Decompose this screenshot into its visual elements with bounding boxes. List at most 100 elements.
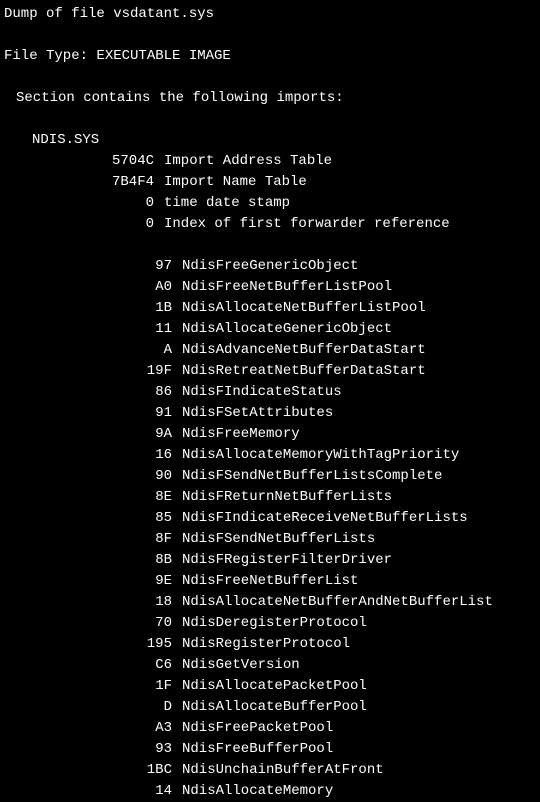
blank-line [4, 109, 540, 130]
import-ordinal: 14 [4, 781, 182, 802]
import-function-name: NdisAllocatePacketPool [182, 676, 367, 697]
header-address: 0 [4, 193, 164, 214]
import-function-name: NdisRetreatNetBufferDataStart [182, 361, 426, 382]
import-ordinal: 195 [4, 634, 182, 655]
import-function-name: NdisRegisterProtocol [182, 634, 350, 655]
import-row: 19FNdisRetreatNetBufferDataStart [4, 361, 540, 382]
import-ordinal: 8E [4, 487, 182, 508]
import-row: 70NdisDeregisterProtocol [4, 613, 540, 634]
import-row: 8ENdisFReturnNetBufferLists [4, 487, 540, 508]
import-ordinal: 8F [4, 529, 182, 550]
header-address: 7B4F4 [4, 172, 164, 193]
import-function-name: NdisFIndicateStatus [182, 382, 342, 403]
import-row: 90NdisFSendNetBufferListsComplete [4, 466, 540, 487]
import-row: 8BNdisFRegisterFilterDriver [4, 550, 540, 571]
import-function-name: NdisAllocateMemory [182, 781, 333, 802]
import-function-name: NdisFreeBufferPool [182, 739, 333, 760]
import-function-name: NdisFReturnNetBufferLists [182, 487, 392, 508]
import-function-name: NdisAllocateMemoryWithTagPriority [182, 445, 459, 466]
import-ordinal: D [4, 697, 182, 718]
import-function-name: NdisAdvanceNetBufferDataStart [182, 340, 426, 361]
import-header-row: 7B4F4Import Name Table [4, 172, 540, 193]
import-row: 85NdisFIndicateReceiveNetBufferLists [4, 508, 540, 529]
import-row: 93NdisFreeBufferPool [4, 739, 540, 760]
import-row: 9ENdisFreeNetBufferList [4, 571, 540, 592]
import-row: 14NdisAllocateMemory [4, 781, 540, 802]
import-ordinal: 11 [4, 319, 182, 340]
import-function-name: NdisFSendNetBufferLists [182, 529, 375, 550]
import-function-name: NdisFSendNetBufferListsComplete [182, 466, 442, 487]
import-ordinal: 8B [4, 550, 182, 571]
header-address: 5704C [4, 151, 164, 172]
import-function-name: NdisGetVersion [182, 655, 300, 676]
import-ordinal: 93 [4, 739, 182, 760]
import-function-name: NdisDeregisterProtocol [182, 613, 367, 634]
import-ordinal: 18 [4, 592, 182, 613]
import-ordinal: A3 [4, 718, 182, 739]
import-function-name: NdisAllocateNetBufferListPool [182, 298, 426, 319]
import-header-row: 0time date stamp [4, 193, 540, 214]
import-row: A3NdisFreePacketPool [4, 718, 540, 739]
section-imports-line: Section contains the following imports: [4, 88, 540, 109]
import-list: 97NdisFreeGenericObjectA0NdisFreeNetBuff… [4, 256, 540, 802]
import-row: 91NdisFSetAttributes [4, 403, 540, 424]
header-label: Index of first forwarder reference [164, 214, 450, 235]
import-row: 195NdisRegisterProtocol [4, 634, 540, 655]
import-ordinal: 85 [4, 508, 182, 529]
import-function-name: NdisAllocateBufferPool [182, 697, 367, 718]
blank-line [4, 25, 540, 46]
import-function-name: NdisFreeNetBufferList [182, 571, 358, 592]
dump-file-line: Dump of file vsdatant.sys [4, 4, 540, 25]
import-row: 9ANdisFreeMemory [4, 424, 540, 445]
import-header-row: 0Index of first forwarder reference [4, 214, 540, 235]
import-row: 97NdisFreeGenericObject [4, 256, 540, 277]
blank-line [4, 67, 540, 88]
import-ordinal: C6 [4, 655, 182, 676]
import-ordinal: 86 [4, 382, 182, 403]
import-ordinal: 16 [4, 445, 182, 466]
import-row: DNdisAllocateBufferPool [4, 697, 540, 718]
import-function-name: NdisFreeMemory [182, 424, 300, 445]
import-ordinal: 19F [4, 361, 182, 382]
import-function-name: NdisFRegisterFilterDriver [182, 550, 392, 571]
import-row: 86NdisFIndicateStatus [4, 382, 540, 403]
import-function-name: NdisAllocateGenericObject [182, 319, 392, 340]
import-function-name: NdisFreeNetBufferListPool [182, 277, 392, 298]
import-function-name: NdisFreePacketPool [182, 718, 333, 739]
import-headers: 5704CImport Address Table7B4F4Import Nam… [4, 151, 540, 235]
import-ordinal: 90 [4, 466, 182, 487]
import-ordinal: 1B [4, 298, 182, 319]
import-ordinal: 1F [4, 676, 182, 697]
import-row: A0NdisFreeNetBufferListPool [4, 277, 540, 298]
import-function-name: NdisFSetAttributes [182, 403, 333, 424]
import-ordinal: 91 [4, 403, 182, 424]
import-row: 8FNdisFSendNetBufferLists [4, 529, 540, 550]
import-row: 11NdisAllocateGenericObject [4, 319, 540, 340]
import-ordinal: 9A [4, 424, 182, 445]
import-ordinal: 70 [4, 613, 182, 634]
import-row: ANdisAdvanceNetBufferDataStart [4, 340, 540, 361]
module-name: NDIS.SYS [4, 130, 540, 151]
import-header-row: 5704CImport Address Table [4, 151, 540, 172]
import-row: 18NdisAllocateNetBufferAndNetBufferList [4, 592, 540, 613]
blank-line [4, 235, 540, 256]
header-label: Import Address Table [164, 151, 332, 172]
import-row: C6NdisGetVersion [4, 655, 540, 676]
import-row: 1FNdisAllocatePacketPool [4, 676, 540, 697]
import-function-name: NdisAllocateNetBufferAndNetBufferList [182, 592, 493, 613]
import-ordinal: 97 [4, 256, 182, 277]
import-row: 1BNdisAllocateNetBufferListPool [4, 298, 540, 319]
import-ordinal: 1BC [4, 760, 182, 781]
import-function-name: NdisUnchainBufferAtFront [182, 760, 384, 781]
import-row: 16NdisAllocateMemoryWithTagPriority [4, 445, 540, 466]
import-function-name: NdisFIndicateReceiveNetBufferLists [182, 508, 468, 529]
import-ordinal: A0 [4, 277, 182, 298]
header-address: 0 [4, 214, 164, 235]
header-label: time date stamp [164, 193, 290, 214]
import-row: 1BCNdisUnchainBufferAtFront [4, 760, 540, 781]
import-ordinal: 9E [4, 571, 182, 592]
import-ordinal: A [4, 340, 182, 361]
file-type-line: File Type: EXECUTABLE IMAGE [4, 46, 540, 67]
header-label: Import Name Table [164, 172, 307, 193]
import-function-name: NdisFreeGenericObject [182, 256, 358, 277]
